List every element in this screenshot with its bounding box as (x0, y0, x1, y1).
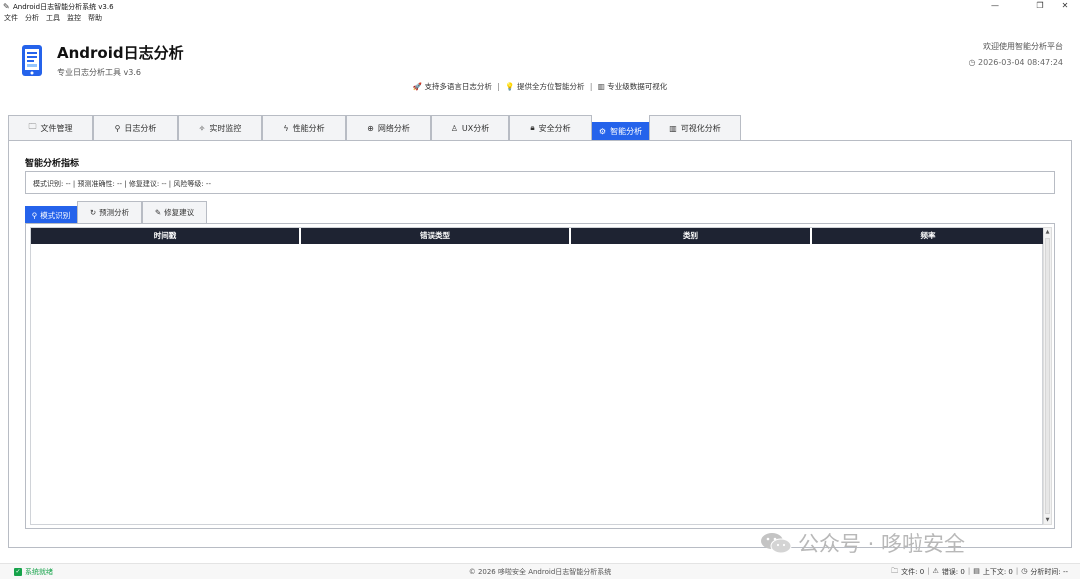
metrics-box: 模式识别: -- | 预测准确性: -- | 修复建议: -- | 风险等级: … (25, 171, 1055, 194)
tab-log-analysis[interactable]: ⚲ 日志分析 (93, 115, 178, 140)
folder-icon: 🗀 (28, 122, 37, 131)
rocket-icon: 🚀 (412, 82, 423, 91)
feature-multilang: 支持多语言日志分析 (424, 82, 492, 91)
tab-performance[interactable]: ϟ 性能分析 (262, 115, 346, 140)
tab-smart-analysis[interactable]: ⚙ 智能分析 (592, 122, 649, 140)
tab-security[interactable]: 🔒︎ 安全分析 (509, 115, 592, 140)
scroll-down-arrow-icon[interactable]: ▼ (1044, 516, 1051, 524)
lock-icon: 🔒︎ (530, 123, 535, 132)
globe-icon: ⊕ (367, 123, 374, 133)
section-title: 智能分析指标 (25, 159, 80, 169)
feather-icon: ✎ (3, 2, 10, 11)
bar-chart-icon: ▥ (597, 82, 605, 91)
column-header-timestamp[interactable]: 时间戳 (31, 228, 301, 244)
column-header-error-type[interactable]: 错误类型 (301, 228, 571, 244)
clock-icon: ◷ (1021, 567, 1028, 575)
title-bar: ✎ Android日志智能分析系统 v3.6 — ❐ ✕ (0, 0, 1080, 12)
folder-icon: 🗀 (891, 567, 899, 575)
metrics-text: 模式识别: -- | 预测准确性: -- | 修复建议: -- | 风险等级: … (33, 180, 211, 188)
column-header-category[interactable]: 类别 (571, 228, 812, 244)
refresh-icon: ↻ (89, 208, 97, 217)
menu-item-tools[interactable]: 工具 (46, 13, 60, 23)
warning-icon: ⚠ (932, 567, 939, 575)
tab-file-manage[interactable]: 🗀 文件管理 (8, 115, 93, 140)
bolt-icon: ϟ (283, 123, 289, 133)
table-scrollbar[interactable]: ▲ ▼ (1043, 227, 1052, 525)
scroll-thumb[interactable] (1045, 238, 1050, 514)
status-errors: 错误: 0 (941, 568, 965, 576)
scroll-up-arrow-icon[interactable]: ▲ (1044, 228, 1051, 236)
tab-ux[interactable]: ♙ UX分析 (431, 115, 509, 140)
status-context: 上下文: 0 (982, 568, 1013, 576)
pencil-icon: ✎ (154, 208, 162, 217)
phone-logo-icon (22, 45, 42, 76)
status-files: 文件: 0 (901, 568, 925, 576)
clock-icon: ◷ (968, 58, 976, 67)
menu-item-file[interactable]: 文件 (4, 13, 18, 23)
close-button[interactable]: ✕ (1050, 0, 1080, 12)
user-icon: ♙ (450, 123, 458, 133)
menu-item-analysis[interactable]: 分析 (25, 13, 39, 23)
watermark: 公众号 · 哆啦安全 (760, 528, 965, 558)
column-header-frequency[interactable]: 频率 (812, 228, 1044, 244)
table-header: 时间戳 错误类型 类别 频率 (31, 228, 1044, 244)
wechat-icon (761, 533, 792, 554)
search-icon: ⚲ (114, 123, 121, 133)
minimize-button[interactable]: — (980, 0, 1010, 12)
app-title: Android日志分析 (57, 44, 184, 62)
subtab-fix-suggest[interactable]: ✎ 修复建议 (142, 201, 207, 223)
tab-network[interactable]: ⊕ 网络分析 (346, 115, 431, 140)
tab-visualization[interactable]: ▥ 可视化分析 (649, 115, 741, 140)
subtab-prediction[interactable]: ↻ 预测分析 (77, 201, 142, 223)
tab-realtime-monitor[interactable]: ✧ 实时监控 (178, 115, 262, 140)
menu-item-help[interactable]: 帮助 (88, 13, 102, 23)
brain-icon: ⚙ (598, 127, 607, 136)
app-header: Android日志分析 专业日志分析工具 v3.6 欢迎使用智能分析平台 ◷ 2… (0, 24, 1080, 94)
feature-smart: 提供全方位智能分析 (516, 82, 585, 91)
window-title: Android日志智能分析系统 v3.6 (13, 3, 114, 11)
subtab-pattern[interactable]: ⚲ 模式识别 (25, 206, 77, 223)
welcome-text: 欢迎使用智能分析平台 (983, 42, 1063, 51)
watermark-text: 公众号 · 哆啦安全 (798, 532, 966, 556)
app-subtitle: 专业日志分析工具 v3.6 (57, 68, 141, 77)
chart-icon: ▥ (669, 123, 677, 133)
status-stats: 🗀 文件: 0 | ⚠ 错误: 0 | ▤ 上下文: 0 | ◷ 分析时间: -… (891, 567, 1068, 576)
status-analysis-time: 分析时间: -- (1030, 568, 1068, 576)
menu-bar: 文件 分析 工具 监控 帮助 (0, 12, 1080, 23)
document-icon: ▤ (973, 567, 980, 575)
pattern-table[interactable]: 时间戳 错误类型 类别 频率 (30, 227, 1044, 525)
status-bar: ✓ 系统就绪 © 2026 哆啦安全 Android日志智能分析系统 🗀 文件:… (0, 563, 1080, 579)
search-icon: ⚲ (31, 210, 38, 220)
feature-list: 🚀 支持多语言日志分析 | 💡 提供全方位智能分析 | ▥ 专业级数据可视化 (412, 82, 668, 91)
datetime-display: ◷ 2026-03-04 08:47:24 (969, 58, 1064, 67)
datetime-value: 2026-03-04 08:47:24 (978, 58, 1063, 67)
menu-item-monitor[interactable]: 监控 (67, 13, 81, 23)
feature-visual: 专业级数据可视化 (607, 82, 668, 91)
bulb-icon: 💡 (505, 82, 515, 91)
monitor-icon: ✧ (198, 123, 206, 133)
